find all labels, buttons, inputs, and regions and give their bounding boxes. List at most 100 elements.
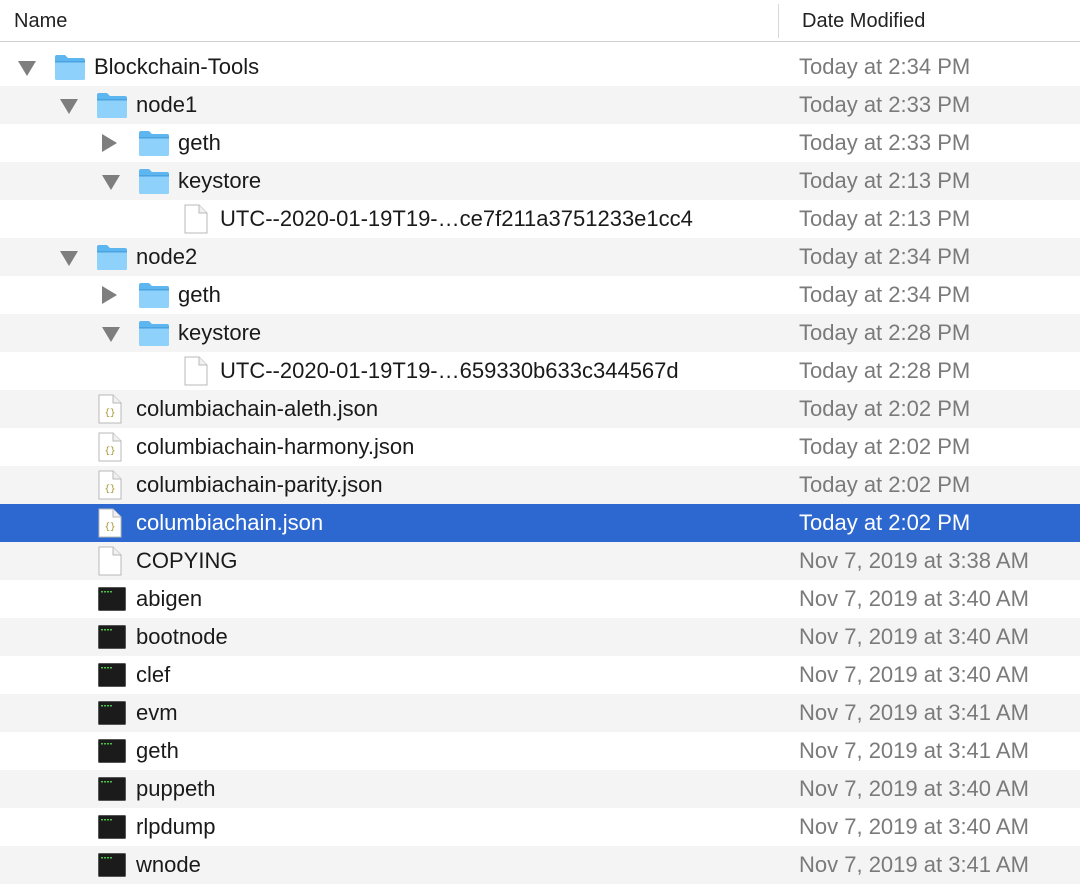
column-divider[interactable] [778, 4, 779, 38]
json-file-icon: {} [98, 432, 122, 467]
file-name: keystore [178, 168, 262, 193]
file-list: Blockchain-Tools Today at 2:34 PM node1 Tod… [0, 48, 1080, 884]
date-modified: Today at 2:28 PM [799, 358, 971, 383]
svg-text:{}: {} [105, 484, 116, 494]
file-row[interactable]: puppeth Nov 7, 2019 at 3:40 AM [0, 770, 1080, 808]
file-name: wnode [136, 852, 201, 877]
terminal-exec-icon [98, 624, 126, 655]
terminal-exec-icon [98, 700, 126, 731]
folder-icon [138, 281, 170, 314]
disclosure-expanded-icon[interactable] [18, 61, 36, 76]
terminal-exec-icon [98, 776, 126, 807]
file-row[interactable]: UTC--2020-01-19T19-…ce7f211a3751233e1cc4… [0, 200, 1080, 238]
file-row[interactable]: geth Nov 7, 2019 at 3:41 AM [0, 732, 1080, 770]
file-row[interactable]: {} columbiachain-aleth.json Today at 2:02 … [0, 390, 1080, 428]
file-row[interactable]: {} columbiachain-parity.json Today at 2:02… [0, 466, 1080, 504]
file-name: Blockchain-Tools [94, 54, 260, 79]
file-row[interactable]: rlpdump Nov 7, 2019 at 3:40 AM [0, 808, 1080, 846]
file-name: geth [178, 130, 221, 155]
file-row[interactable]: {} columbiachain-harmony.json Today at 2:0… [0, 428, 1080, 466]
disclosure-expanded-icon[interactable] [102, 327, 120, 342]
disclosure-expanded-icon[interactable] [102, 175, 120, 190]
date-modified: Today at 2:13 PM [799, 206, 971, 231]
file-row[interactable]: bootnode Nov 7, 2019 at 3:40 AM [0, 618, 1080, 656]
file-row[interactable]: abigen Nov 7, 2019 at 3:40 AM [0, 580, 1080, 618]
document-icon [184, 356, 208, 391]
terminal-exec-icon [98, 738, 126, 769]
date-modified: Today at 2:34 PM [799, 244, 971, 269]
terminal-exec-icon [98, 852, 126, 883]
date-modified: Today at 2:33 PM [799, 130, 971, 155]
file-row[interactable]: Blockchain-Tools Today at 2:34 PM [0, 48, 1080, 86]
svg-text:{}: {} [105, 446, 116, 456]
document-icon [98, 546, 122, 581]
file-name: bootnode [136, 624, 228, 649]
file-name: puppeth [136, 776, 216, 801]
folder-icon [96, 243, 128, 276]
date-modified: Today at 2:34 PM [799, 54, 971, 79]
date-modified: Nov 7, 2019 at 3:41 AM [799, 700, 1029, 725]
folder-icon [96, 91, 128, 124]
date-modified: Nov 7, 2019 at 3:41 AM [799, 738, 1029, 763]
folder-icon [138, 167, 170, 200]
date-modified: Today at 2:02 PM [799, 396, 971, 421]
file-name: node2 [136, 244, 198, 269]
disclosure-collapsed-icon[interactable] [102, 134, 117, 152]
json-file-icon: {} [98, 508, 122, 543]
date-modified: Today at 2:02 PM [799, 510, 971, 535]
date-modified-column-header[interactable]: Date Modified [802, 0, 925, 42]
file-name: node1 [136, 92, 198, 117]
file-row[interactable]: clef Nov 7, 2019 at 3:40 AM [0, 656, 1080, 694]
file-name: evm [136, 700, 178, 725]
svg-text:{}: {} [105, 408, 116, 418]
file-row[interactable]: wnode Nov 7, 2019 at 3:41 AM [0, 846, 1080, 884]
date-modified: Nov 7, 2019 at 3:40 AM [799, 776, 1029, 801]
file-name: UTC--2020-01-19T19-…659330b633c344567d [220, 358, 679, 383]
folder-icon [138, 129, 170, 162]
terminal-exec-icon [98, 586, 126, 617]
disclosure-expanded-icon[interactable] [60, 251, 78, 266]
file-row[interactable]: node2 Today at 2:34 PM [0, 238, 1080, 276]
date-modified: Today at 2:28 PM [799, 320, 971, 345]
document-icon [184, 204, 208, 239]
date-modified: Nov 7, 2019 at 3:40 AM [799, 662, 1029, 687]
file-row[interactable]: keystore Today at 2:13 PM [0, 162, 1080, 200]
file-name: geth [178, 282, 221, 307]
file-row[interactable]: geth Today at 2:33 PM [0, 124, 1080, 162]
file-row[interactable]: evm Nov 7, 2019 at 3:41 AM [0, 694, 1080, 732]
file-name: keystore [178, 320, 262, 345]
date-modified: Nov 7, 2019 at 3:38 AM [799, 548, 1029, 573]
file-row[interactable]: {} columbiachain.json Today at 2:02 PM [0, 504, 1080, 542]
folder-icon [138, 319, 170, 352]
json-file-icon: {} [98, 470, 122, 505]
file-name: abigen [136, 586, 203, 611]
file-row[interactable]: geth Today at 2:34 PM [0, 276, 1080, 314]
date-modified: Today at 2:33 PM [799, 92, 971, 117]
svg-text:{}: {} [105, 522, 116, 532]
file-name: columbiachain.json [136, 510, 324, 535]
file-row[interactable]: COPYING Nov 7, 2019 at 3:38 AM [0, 542, 1080, 580]
column-header: Name Date Modified [0, 0, 1080, 42]
date-modified: Today at 2:34 PM [799, 282, 971, 307]
date-modified: Nov 7, 2019 at 3:40 AM [799, 624, 1029, 649]
name-column-header[interactable]: Name [14, 0, 67, 42]
file-name: clef [136, 662, 171, 687]
date-modified: Nov 7, 2019 at 3:40 AM [799, 586, 1029, 611]
file-row[interactable]: keystore Today at 2:28 PM [0, 314, 1080, 352]
file-name: UTC--2020-01-19T19-…ce7f211a3751233e1cc4 [220, 206, 693, 231]
file-row[interactable]: UTC--2020-01-19T19-…659330b633c344567d To… [0, 352, 1080, 390]
file-name: COPYING [136, 548, 238, 573]
date-modified: Nov 7, 2019 at 3:41 AM [799, 852, 1029, 877]
file-name: columbiachain-aleth.json [136, 396, 379, 421]
date-modified: Nov 7, 2019 at 3:40 AM [799, 814, 1029, 839]
file-name: geth [136, 738, 179, 763]
terminal-exec-icon [98, 814, 126, 845]
disclosure-expanded-icon[interactable] [60, 99, 78, 114]
folder-icon [54, 53, 86, 86]
date-modified: Today at 2:02 PM [799, 472, 971, 497]
disclosure-collapsed-icon[interactable] [102, 286, 117, 304]
date-modified: Today at 2:13 PM [799, 168, 971, 193]
file-name: columbiachain-parity.json [136, 472, 383, 497]
terminal-exec-icon [98, 662, 126, 693]
file-row[interactable]: node1 Today at 2:33 PM [0, 86, 1080, 124]
